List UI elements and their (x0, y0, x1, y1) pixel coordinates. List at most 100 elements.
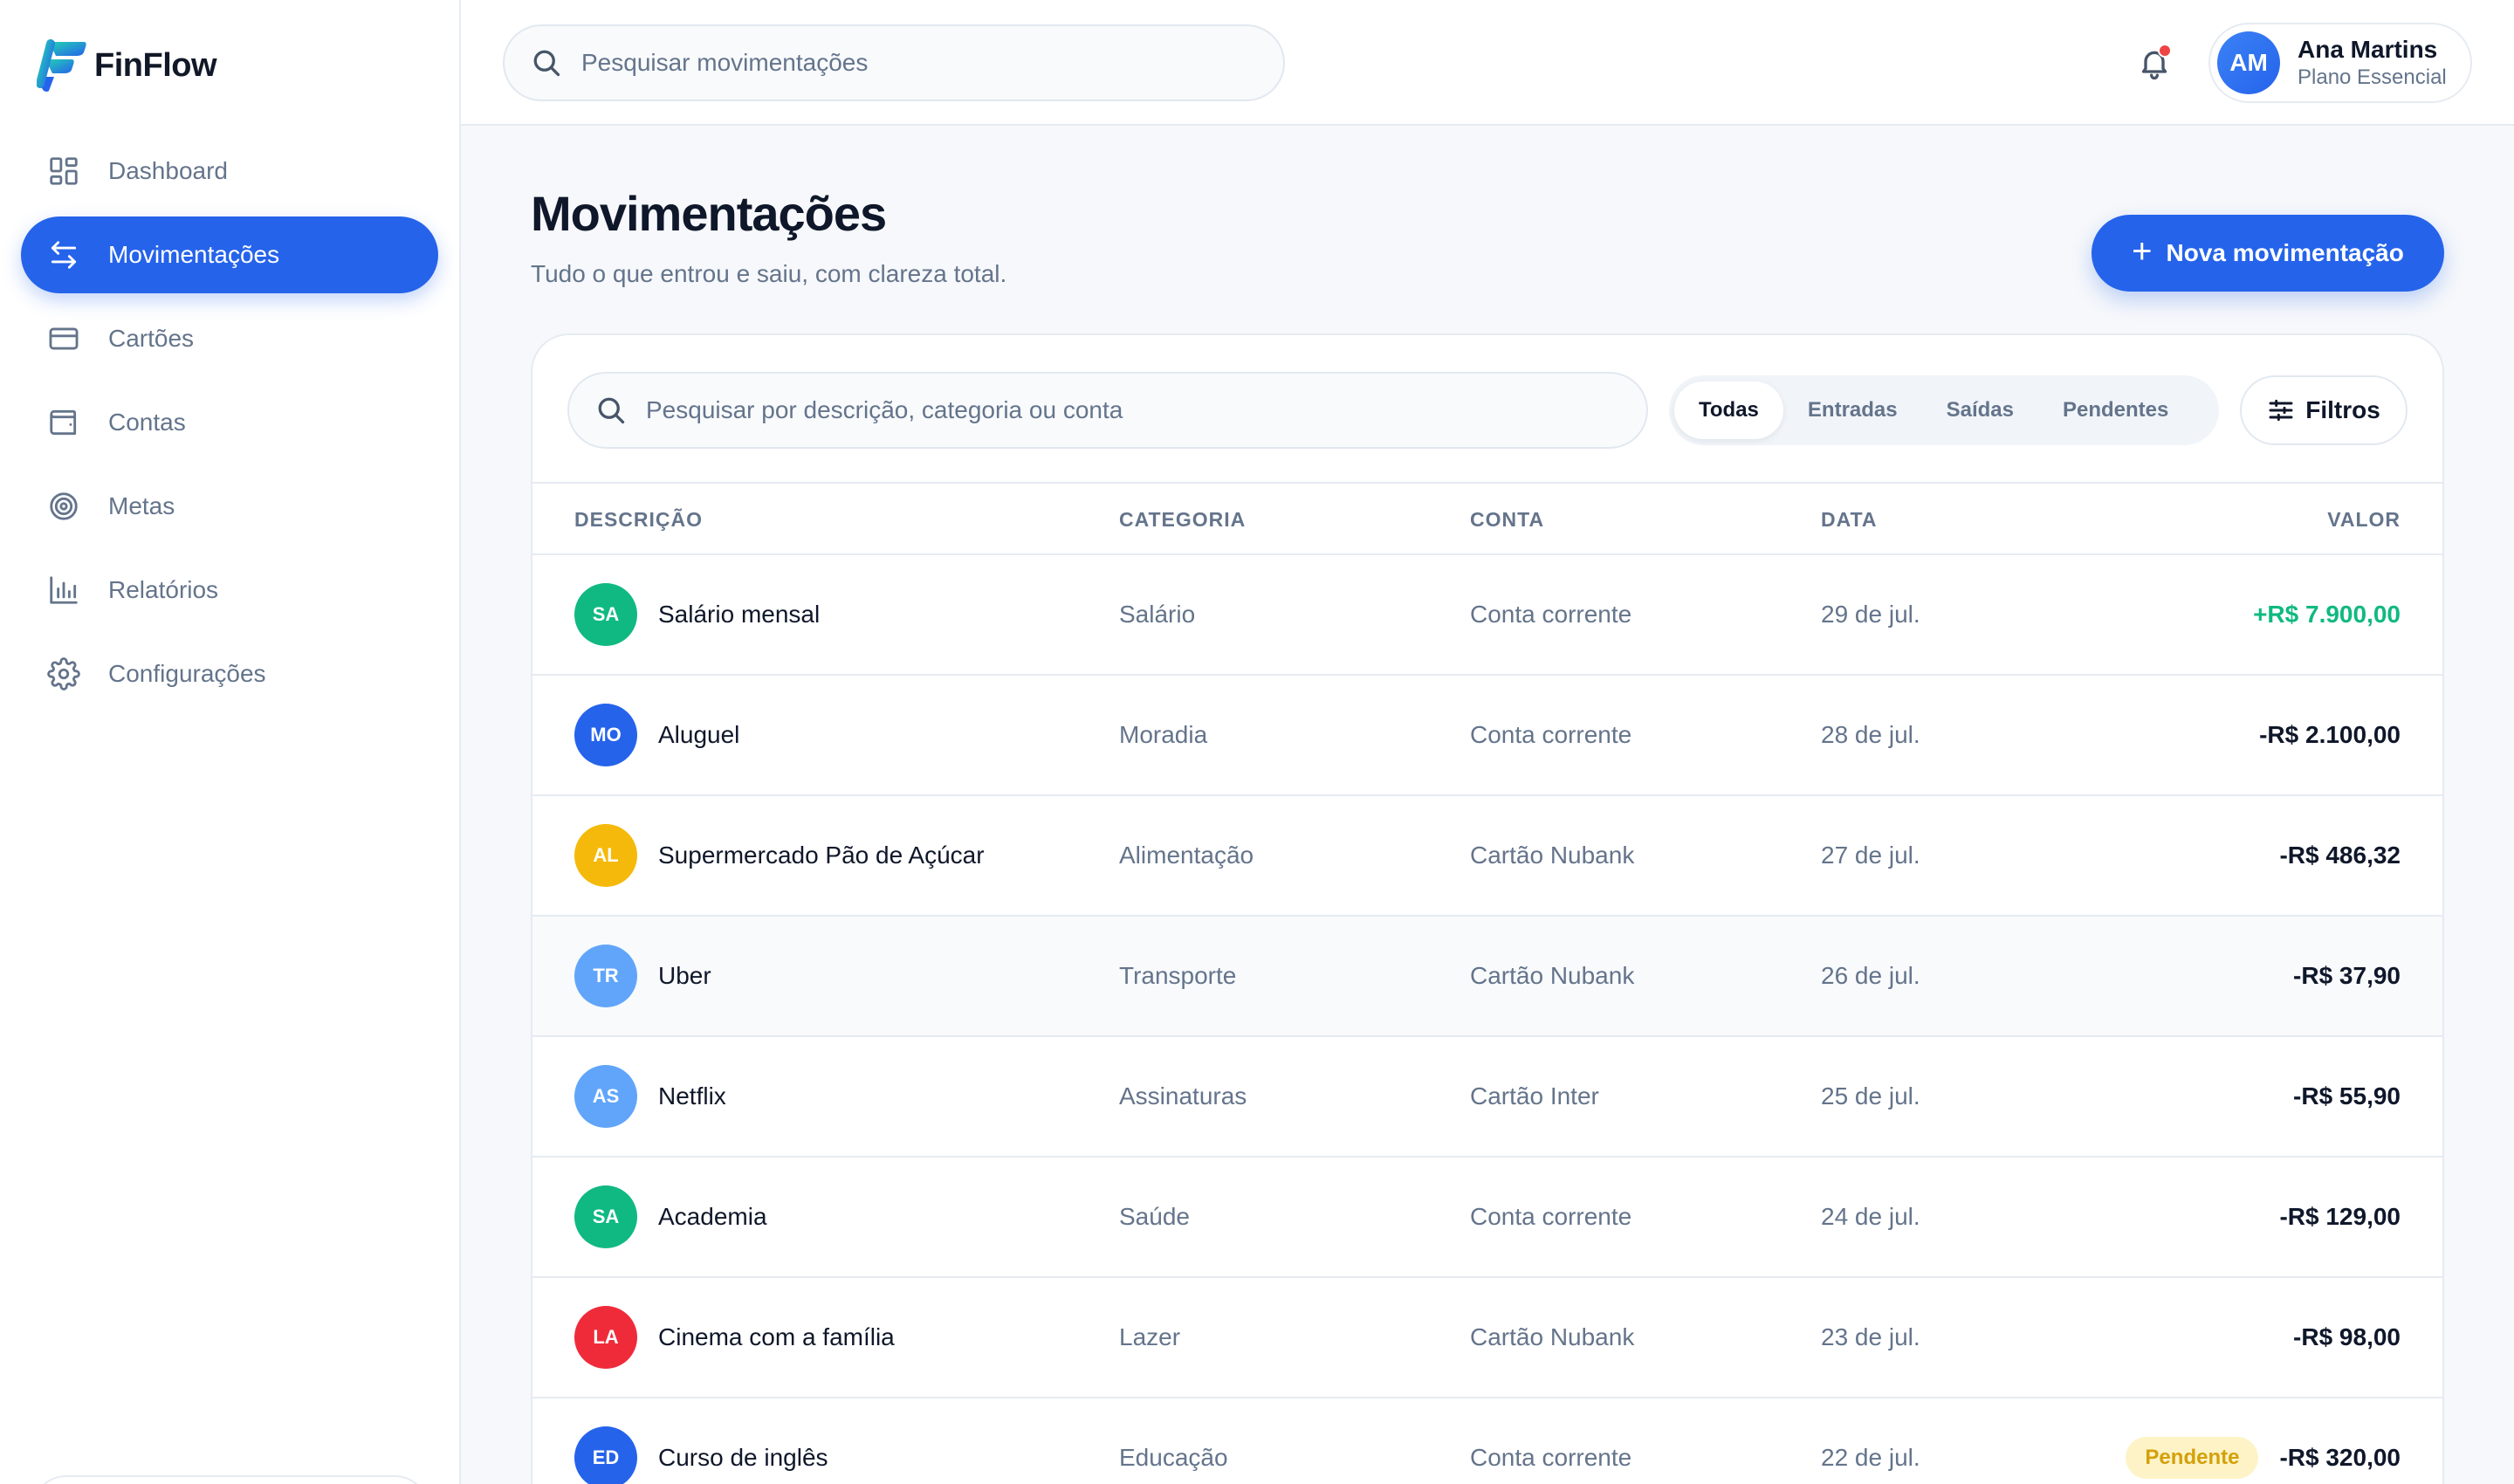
description-text: Aluguel (658, 721, 740, 748)
table-row[interactable]: MO Aluguel Moradia Conta corrente 28 de jul.… (532, 676, 2442, 796)
sidebar-item-movimentacoes[interactable]: Movimentações (21, 216, 438, 293)
table-row[interactable]: AS Netflix Assinaturas Cartão Inter 25 de ju… (532, 1037, 2442, 1158)
description-text: Academia (658, 1203, 767, 1230)
category-avatar: MO (574, 704, 637, 766)
table-row[interactable]: LA Cinema com a família Lazer Cartão Nubank… (532, 1278, 2442, 1398)
sidebar-item-label: Contas (108, 409, 186, 436)
user-info: Ana Martins Plano Essencial (2298, 35, 2447, 91)
category-cell: Educação (1119, 1444, 1228, 1471)
category-avatar: SA (574, 583, 637, 646)
value-text: -R$ 55,90 (2293, 1082, 2401, 1110)
transactions-search-input[interactable] (646, 396, 1606, 424)
value-text: -R$ 320,00 (2279, 1444, 2401, 1471)
wallet-icon (47, 406, 80, 439)
credit-card-icon (47, 322, 80, 355)
category-cell: Assinaturas (1119, 1082, 1247, 1110)
sidebar-nav: Dashboard Movimentações Cartões Contas Metas… (21, 133, 438, 719)
value-cell: -R$ 486,32 (2279, 796, 2401, 915)
filters-button[interactable]: Filtros (2240, 375, 2408, 445)
table-row[interactable]: AL Supermercado Pão de Açúcar Alimentação C… (532, 796, 2442, 917)
table-row[interactable]: SA Salário mensal Salário Conta corrente 29 … (532, 555, 2442, 676)
new-transaction-button[interactable]: + Nova movimentação (2092, 215, 2444, 292)
category-cell: Moradia (1119, 721, 1208, 748)
page-title: Movimentações (531, 186, 887, 241)
description-text: Supermercado Pão de Açúcar (658, 842, 985, 869)
tab-pendentes[interactable]: Pendentes (2038, 381, 2193, 439)
date-cell: 26 de jul. (1821, 962, 1920, 989)
transactions-toolbar: TodasEntradasSaídasPendentes Filtros (532, 335, 2442, 484)
tab-todas[interactable]: Todas (1674, 381, 1783, 439)
value-cell: -R$ 2.100,00 (2259, 676, 2401, 794)
category-cell: Transporte (1119, 962, 1237, 989)
tab-entradas[interactable]: Entradas (1783, 381, 1922, 439)
sidebar-footer-card[interactable] (31, 1475, 429, 1484)
category-avatar: TR (574, 945, 637, 1007)
sidebar-item-dashboard[interactable]: Dashboard (21, 133, 438, 210)
account-cell: Conta corrente (1470, 601, 1632, 628)
category-avatar: SA (574, 1185, 637, 1248)
global-search[interactable] (503, 24, 1285, 101)
category-cell: Alimentação (1119, 842, 1254, 869)
sidebar-item-label: Metas (108, 492, 175, 519)
sidebar-item-relatorios[interactable]: Relatórios (21, 552, 438, 629)
app-name: FinFlow (94, 46, 217, 84)
type-filter-tabs: Todas Entradas Saídas Pendentes (1669, 375, 2219, 445)
value-cell: -R$ 55,90 (2293, 1037, 2401, 1156)
sidebar-item-metas[interactable]: Metas (21, 468, 438, 545)
page-subtitle: Tudo o que entrou e saiu, com clareza to… (531, 260, 1007, 287)
table-row[interactable]: SA Academia Saúde Conta corrente 24 de jul. -… (532, 1158, 2442, 1278)
description-cell: SA Salário mensal (574, 555, 820, 674)
transactions-search[interactable] (567, 372, 1648, 449)
category-cell: Saúde (1119, 1203, 1190, 1230)
transactions-card: TodasEntradasSaídasPendentes Filtros DES… (531, 333, 2444, 1484)
arrows-swap-icon (47, 238, 80, 271)
category-avatar: LA (574, 1306, 637, 1369)
global-search-input[interactable] (581, 49, 1245, 77)
column-header-date[interactable]: DATA (1821, 508, 1877, 532)
search-icon (598, 397, 625, 424)
account-cell: Cartão Nubank (1470, 1323, 1635, 1350)
user-menu[interactable]: AM Ana Martins Plano Essencial (2208, 23, 2472, 103)
table-row[interactable]: TR Uber Transporte Cartão Nubank 26 de jul. -… (532, 917, 2442, 1037)
date-cell: 24 de jul. (1821, 1203, 1920, 1230)
category-cell: Lazer (1119, 1323, 1181, 1350)
plus-icon: + (2132, 232, 2153, 271)
date-cell: 22 de jul. (1821, 1444, 1920, 1471)
description-cell: MO Aluguel (574, 676, 739, 794)
category-avatar: AL (574, 824, 637, 887)
sidebar-item-cartoes[interactable]: Cartões (21, 300, 438, 377)
account-cell: Conta corrente (1470, 1444, 1632, 1471)
date-cell: 29 de jul. (1821, 601, 1920, 628)
description-text: Cinema com a família (658, 1323, 895, 1350)
description-cell: AL Supermercado Pão de Açúcar (574, 796, 985, 915)
sidebar-item-configuracoes[interactable]: Configurações (21, 636, 438, 712)
value-cell: -R$ 37,90 (2293, 917, 2401, 1035)
column-header-account[interactable]: CONTA (1470, 508, 1544, 532)
value-cell: -R$ 98,00 (2293, 1278, 2401, 1397)
gear-icon (47, 657, 80, 690)
avatar: AM (2217, 31, 2280, 94)
column-header-value[interactable]: VALOR (2327, 508, 2401, 532)
value-text: -R$ 98,00 (2293, 1323, 2401, 1350)
date-cell: 28 de jul. (1821, 721, 1920, 748)
sidebar-item-label: Cartões (108, 325, 195, 352)
description-cell: ED Curso de inglês (574, 1398, 828, 1484)
target-icon (47, 490, 80, 523)
notifications-button[interactable] (2130, 38, 2179, 87)
search-icon (533, 50, 560, 77)
app-logo[interactable]: FinFlow (37, 38, 217, 93)
table-row[interactable]: ED Curso de inglês Educação Conta corrente 2… (532, 1398, 2442, 1484)
topbar: AM Ana Martins Plano Essencial (461, 0, 2514, 126)
sidebar-item-label: Dashboard (108, 157, 228, 184)
value-cell: Pendente -R$ 320,00 (2126, 1398, 2401, 1484)
column-header-category[interactable]: CATEGORIA (1119, 508, 1246, 532)
sidebar-item-label: Relatórios (108, 576, 219, 603)
value-text: +R$ 7.900,00 (2253, 601, 2401, 628)
column-header-description[interactable]: DESCRIÇÃO (574, 508, 703, 532)
sidebar-item-contas[interactable]: Contas (21, 384, 438, 461)
user-plan: Plano Essencial (2298, 65, 2447, 89)
category-avatar: ED (574, 1426, 637, 1484)
value-text: -R$ 129,00 (2279, 1203, 2401, 1230)
tab-saidas[interactable]: Saídas (1922, 381, 2038, 439)
dashboard-icon (47, 155, 80, 188)
